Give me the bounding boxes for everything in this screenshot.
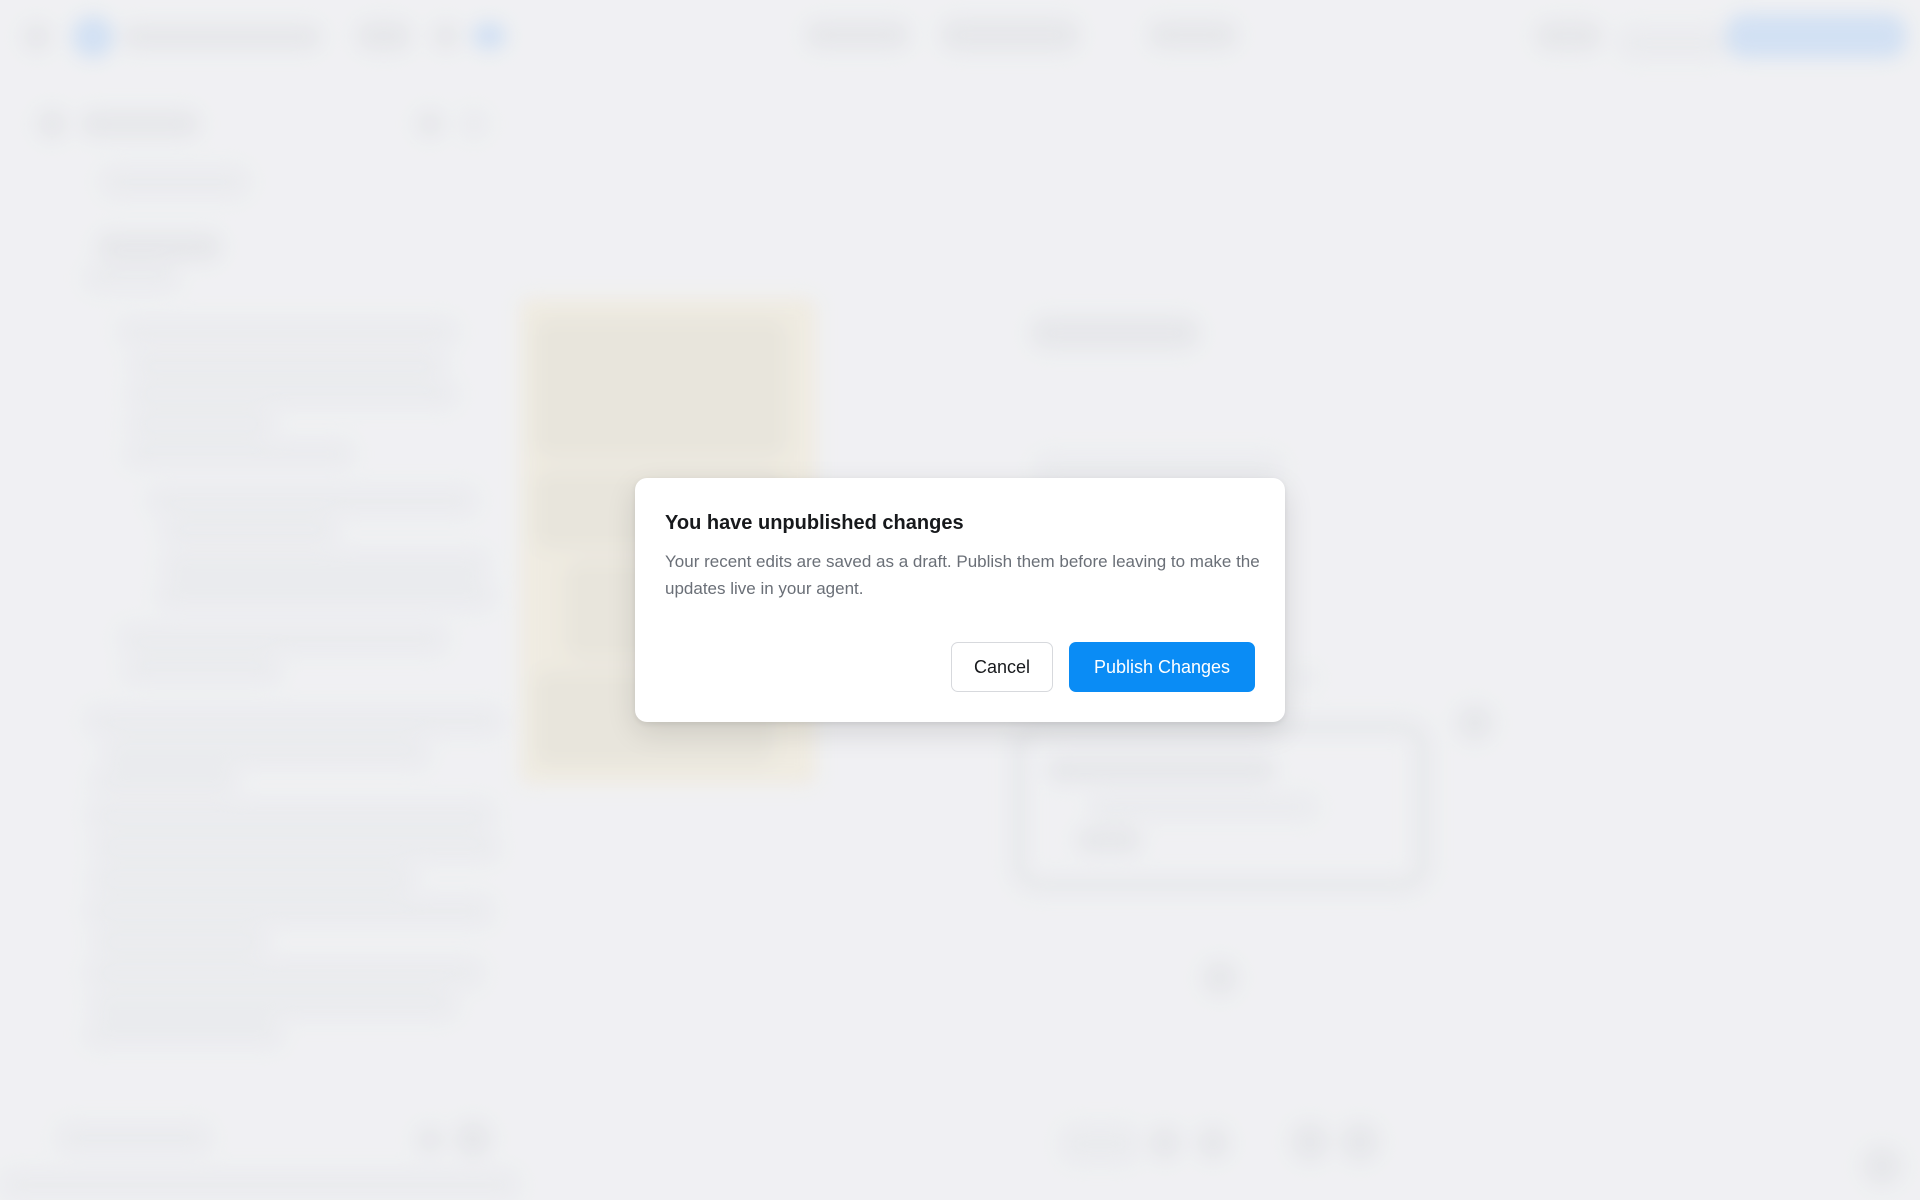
dialog-message: Your recent edits are saved as a draft. … xyxy=(665,552,1260,598)
unpublished-changes-dialog: You have unpublished changes Your recent… xyxy=(635,478,1285,722)
dialog-title: You have unpublished changes xyxy=(665,512,964,534)
publish-changes-button[interactable]: Publish Changes xyxy=(1069,642,1255,692)
cancel-button[interactable]: Cancel xyxy=(951,642,1053,692)
dialog-actions: Cancel Publish Changes xyxy=(951,642,1255,692)
